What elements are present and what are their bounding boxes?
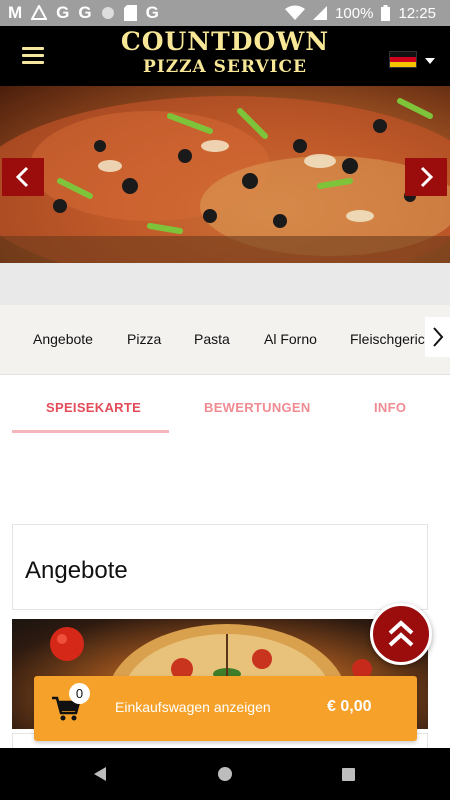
spacer-band [0, 263, 450, 305]
system-icons: 100% 12:25 [285, 3, 436, 23]
battery-icon [381, 5, 391, 21]
google-icon: G [145, 3, 159, 22]
section-title: Angebote [25, 557, 128, 584]
sd-card-icon [123, 5, 137, 21]
system-navigation-bar [0, 748, 450, 800]
gmail-icon: M [8, 3, 23, 22]
tab-bar: SPEISEKARTE BEWERTUNGEN INFO [0, 382, 450, 434]
circle-icon [101, 7, 114, 19]
flag-germany-icon[interactable] [389, 51, 417, 68]
notification-icons: M G G G [8, 3, 159, 23]
logo-subtitle: PIZZA SERVICE [142, 57, 308, 77]
google-icon: G [78, 3, 92, 22]
tab-info[interactable]: INFO [374, 400, 406, 415]
chevron-right-icon [432, 327, 443, 347]
double-chevron-up-icon [388, 620, 414, 647]
category-bar: Angebote Pizza Pasta Al Forno Fleischger… [0, 305, 450, 375]
clock: 12:25 [398, 4, 436, 22]
signal-icon [313, 6, 328, 20]
tab-speisekarte[interactable]: SPEISEKARTE [46, 400, 141, 415]
slider-prev-button[interactable] [2, 158, 44, 196]
cart-count-badge: 0 [69, 683, 90, 704]
category-pizza[interactable]: Pizza [127, 331, 161, 347]
battery-percent: 100% [335, 4, 374, 22]
app-header: COUNTDOWN PIZZA SERVICE [0, 26, 450, 86]
cart-total: € 0,00 [327, 698, 372, 715]
back-icon[interactable] [94, 767, 106, 781]
wifi-icon [285, 5, 306, 20]
tab-bewertungen[interactable]: BEWERTUNGEN [204, 400, 311, 415]
cart-label: Einkaufswagen anzeigen [115, 699, 271, 715]
scroll-to-top-button[interactable] [370, 603, 432, 665]
hero-pizza-image [0, 86, 450, 263]
section-header-card: Angebote [12, 524, 428, 610]
view-cart-button[interactable]: 0 Einkaufswagen anzeigen € 0,00 [34, 676, 417, 741]
status-bar: M G G G 100% 12:25 [0, 0, 450, 26]
drive-icon [31, 5, 48, 20]
category-scroll-right-button[interactable] [425, 317, 450, 357]
logo[interactable]: COUNTDOWN PIZZA SERVICE [0, 28, 450, 78]
slider-next-button[interactable] [405, 158, 447, 196]
category-angebote[interactable]: Angebote [33, 331, 93, 347]
category-fleischgerichte[interactable]: Fleischgeric [350, 331, 425, 347]
recent-apps-icon[interactable] [342, 768, 355, 781]
google-icon: G [56, 3, 70, 22]
logo-title: COUNTDOWN [120, 27, 330, 56]
category-pasta[interactable]: Pasta [194, 331, 230, 347]
category-al-forno[interactable]: Al Forno [264, 331, 317, 347]
home-icon[interactable] [218, 767, 232, 781]
active-tab-indicator [12, 430, 169, 433]
chevron-left-icon [15, 166, 29, 188]
language-dropdown-caret-icon[interactable] [425, 58, 435, 64]
chevron-right-icon [420, 166, 434, 188]
